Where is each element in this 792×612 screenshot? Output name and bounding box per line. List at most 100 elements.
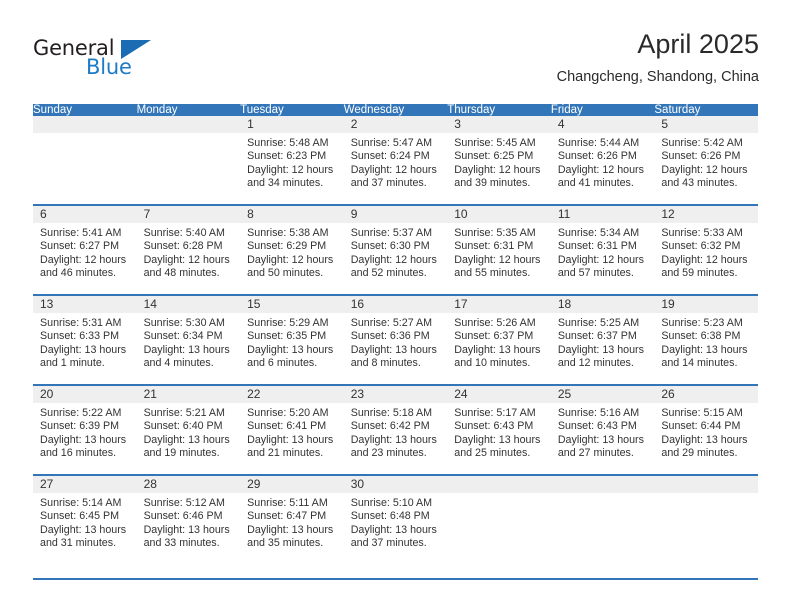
sunrise-text: Sunrise: 5:11 AM bbox=[247, 497, 328, 509]
sunset-text: Sunset: 6:24 PM bbox=[350, 150, 430, 163]
calendar-day-cell[interactable]: 24 Sunrise: 5:17 AM Sunset: 6:43 PM Dayl… bbox=[447, 384, 551, 475]
day-number: 30 bbox=[343, 476, 448, 493]
calendar-day-cell[interactable]: 8 Sunrise: 5:38 AM Sunset: 6:29 PM Dayli… bbox=[240, 204, 344, 295]
title-block: April 2025 Changcheng, Shandong, China bbox=[557, 28, 759, 86]
calendar-day-cell[interactable]: 28 Sunrise: 5:12 AM Sunset: 6:46 PM Dayl… bbox=[136, 474, 241, 564]
day-number: 26 bbox=[654, 386, 758, 403]
calendar-day-cell[interactable]: 7 Sunrise: 5:40 AM Sunset: 6:28 PM Dayli… bbox=[136, 204, 241, 295]
daylight-text-line2: and 34 minutes. bbox=[247, 176, 324, 189]
weekday-header-saturday: Saturday bbox=[654, 104, 758, 116]
day-details: Sunrise: 5:40 AM Sunset: 6:28 PM Dayligh… bbox=[137, 223, 241, 280]
daylight-text-line2: and 41 minutes. bbox=[557, 176, 634, 189]
calendar-day-cell[interactable] bbox=[654, 474, 758, 564]
day-details: Sunrise: 5:35 AM Sunset: 6:31 PM Dayligh… bbox=[447, 223, 551, 280]
day-details: Sunrise: 5:48 AM Sunset: 6:23 PM Dayligh… bbox=[240, 133, 344, 190]
day-details: Sunrise: 5:26 AM Sunset: 6:37 PM Dayligh… bbox=[447, 313, 551, 370]
sunset-text: Sunset: 6:28 PM bbox=[143, 240, 223, 253]
day-number: 13 bbox=[33, 296, 137, 313]
calendar-day-cell[interactable] bbox=[33, 116, 137, 205]
daylight-text-line1: Daylight: 13 hours bbox=[557, 433, 644, 446]
day-number: 17 bbox=[447, 296, 551, 313]
day-details: Sunrise: 5:22 AM Sunset: 6:39 PM Dayligh… bbox=[33, 403, 137, 460]
general-blue-logo[interactable]: General Blue bbox=[33, 36, 163, 84]
sunrise-text: Sunrise: 5:42 AM bbox=[661, 137, 743, 149]
calendar-day-cell[interactable]: 4 Sunrise: 5:44 AM Sunset: 6:26 PM Dayli… bbox=[550, 116, 655, 205]
sunrise-text: Sunrise: 5:15 AM bbox=[661, 407, 743, 419]
sunrise-text: Sunrise: 5:18 AM bbox=[350, 407, 433, 419]
sunset-text: Sunset: 6:32 PM bbox=[661, 240, 741, 253]
calendar-day-cell[interactable]: 2 Sunrise: 5:47 AM Sunset: 6:24 PM Dayli… bbox=[343, 116, 448, 205]
calendar-day-cell[interactable]: 20 Sunrise: 5:22 AM Sunset: 6:39 PM Dayl… bbox=[33, 384, 137, 475]
day-number: 11 bbox=[550, 206, 655, 223]
calendar-day-cell[interactable]: 1 Sunrise: 5:48 AM Sunset: 6:23 PM Dayli… bbox=[240, 116, 344, 205]
sunset-text: Sunset: 6:26 PM bbox=[557, 150, 637, 163]
calendar-day-cell[interactable]: 5 Sunrise: 5:42 AM Sunset: 6:26 PM Dayli… bbox=[654, 116, 758, 205]
calendar-day-cell[interactable]: 30 Sunrise: 5:10 AM Sunset: 6:48 PM Dayl… bbox=[343, 474, 448, 564]
daylight-text-line1: Daylight: 13 hours bbox=[40, 433, 127, 446]
calendar-day-cell[interactable]: 29 Sunrise: 5:11 AM Sunset: 6:47 PM Dayl… bbox=[240, 474, 344, 564]
daylight-text-line1: Daylight: 12 hours bbox=[40, 253, 127, 266]
daylight-text-line2: and 52 minutes. bbox=[350, 266, 427, 279]
calendar-day-cell[interactable]: 10 Sunrise: 5:35 AM Sunset: 6:31 PM Dayl… bbox=[447, 204, 551, 295]
day-details: Sunrise: 5:29 AM Sunset: 6:35 PM Dayligh… bbox=[240, 313, 344, 370]
day-number: 23 bbox=[343, 386, 448, 403]
daylight-text-line2: and 19 minutes. bbox=[143, 446, 220, 459]
sunrise-text: Sunrise: 5:10 AM bbox=[350, 497, 433, 509]
sunrise-text: Sunrise: 5:27 AM bbox=[350, 317, 433, 329]
sunrise-text: Sunrise: 5:45 AM bbox=[454, 137, 536, 149]
calendar-day-cell[interactable]: 12 Sunrise: 5:33 AM Sunset: 6:32 PM Dayl… bbox=[654, 204, 758, 295]
calendar-day-cell[interactable]: 25 Sunrise: 5:16 AM Sunset: 6:43 PM Dayl… bbox=[550, 384, 655, 475]
sunrise-text: Sunrise: 5:47 AM bbox=[350, 137, 433, 149]
daylight-text-line1: Daylight: 12 hours bbox=[247, 253, 334, 266]
daylight-text-line1: Daylight: 13 hours bbox=[247, 433, 334, 446]
calendar-day-cell[interactable]: 22 Sunrise: 5:20 AM Sunset: 6:41 PM Dayl… bbox=[240, 384, 344, 475]
calendar-bottom-border bbox=[33, 578, 758, 580]
day-number: 6 bbox=[33, 206, 137, 223]
daylight-text-line1: Daylight: 13 hours bbox=[557, 343, 644, 356]
daylight-text-line2: and 46 minutes. bbox=[40, 266, 117, 279]
daylight-text-line2: and 23 minutes. bbox=[350, 446, 427, 459]
sunrise-text: Sunrise: 5:30 AM bbox=[143, 317, 225, 329]
calendar-day-cell[interactable]: 9 Sunrise: 5:37 AM Sunset: 6:30 PM Dayli… bbox=[343, 204, 448, 295]
day-number: 22 bbox=[240, 386, 344, 403]
calendar-day-cell[interactable]: 27 Sunrise: 5:14 AM Sunset: 6:45 PM Dayl… bbox=[33, 474, 137, 564]
day-details: Sunrise: 5:30 AM Sunset: 6:34 PM Dayligh… bbox=[137, 313, 241, 370]
calendar-day-cell[interactable]: 13 Sunrise: 5:31 AM Sunset: 6:33 PM Dayl… bbox=[33, 294, 137, 385]
calendar-day-cell[interactable] bbox=[447, 474, 551, 564]
day-details: Sunrise: 5:45 AM Sunset: 6:25 PM Dayligh… bbox=[447, 133, 551, 190]
daylight-text-line2: and 43 minutes. bbox=[661, 176, 738, 189]
calendar-day-cell[interactable]: 3 Sunrise: 5:45 AM Sunset: 6:25 PM Dayli… bbox=[447, 116, 551, 205]
day-number: 28 bbox=[136, 476, 241, 493]
calendar-day-cell[interactable] bbox=[136, 116, 241, 205]
day-number: 9 bbox=[343, 206, 448, 223]
daylight-text-line1: Daylight: 13 hours bbox=[143, 433, 230, 446]
daylight-text-line1: Daylight: 13 hours bbox=[40, 343, 127, 356]
day-details: Sunrise: 5:44 AM Sunset: 6:26 PM Dayligh… bbox=[551, 133, 655, 190]
calendar-day-cell[interactable]: 6 Sunrise: 5:41 AM Sunset: 6:27 PM Dayli… bbox=[33, 204, 137, 295]
sunset-text: Sunset: 6:46 PM bbox=[143, 510, 223, 523]
calendar-day-cell[interactable]: 16 Sunrise: 5:27 AM Sunset: 6:36 PM Dayl… bbox=[343, 294, 448, 385]
day-number: 19 bbox=[654, 296, 758, 313]
daylight-text-line2: and 8 minutes. bbox=[350, 356, 421, 369]
calendar-day-cell[interactable]: 11 Sunrise: 5:34 AM Sunset: 6:31 PM Dayl… bbox=[550, 204, 655, 295]
calendar-day-cell[interactable]: 26 Sunrise: 5:15 AM Sunset: 6:44 PM Dayl… bbox=[654, 384, 758, 475]
sunrise-text: Sunrise: 5:41 AM bbox=[40, 227, 122, 239]
calendar-day-cell[interactable]: 15 Sunrise: 5:29 AM Sunset: 6:35 PM Dayl… bbox=[240, 294, 344, 385]
day-number bbox=[654, 476, 758, 493]
day-details: Sunrise: 5:42 AM Sunset: 6:26 PM Dayligh… bbox=[654, 133, 758, 190]
day-number: 10 bbox=[447, 206, 551, 223]
sunset-text: Sunset: 6:39 PM bbox=[40, 420, 120, 433]
day-number: 20 bbox=[33, 386, 137, 403]
daylight-text-line2: and 57 minutes. bbox=[557, 266, 634, 279]
calendar-day-cell[interactable] bbox=[550, 474, 655, 564]
calendar-day-cell[interactable]: 14 Sunrise: 5:30 AM Sunset: 6:34 PM Dayl… bbox=[136, 294, 241, 385]
calendar-week-row: 27 Sunrise: 5:14 AM Sunset: 6:45 PM Dayl… bbox=[33, 474, 758, 564]
calendar-day-cell[interactable]: 17 Sunrise: 5:26 AM Sunset: 6:37 PM Dayl… bbox=[447, 294, 551, 385]
calendar-day-cell[interactable]: 18 Sunrise: 5:25 AM Sunset: 6:37 PM Dayl… bbox=[550, 294, 655, 385]
daylight-text-line2: and 6 minutes. bbox=[247, 356, 318, 369]
daylight-text-line2: and 55 minutes. bbox=[454, 266, 531, 279]
calendar-day-cell[interactable]: 21 Sunrise: 5:21 AM Sunset: 6:40 PM Dayl… bbox=[136, 384, 241, 475]
calendar-day-cell[interactable]: 19 Sunrise: 5:23 AM Sunset: 6:38 PM Dayl… bbox=[654, 294, 758, 385]
daylight-text-line1: Daylight: 12 hours bbox=[557, 253, 644, 266]
calendar-day-cell[interactable]: 23 Sunrise: 5:18 AM Sunset: 6:42 PM Dayl… bbox=[343, 384, 448, 475]
